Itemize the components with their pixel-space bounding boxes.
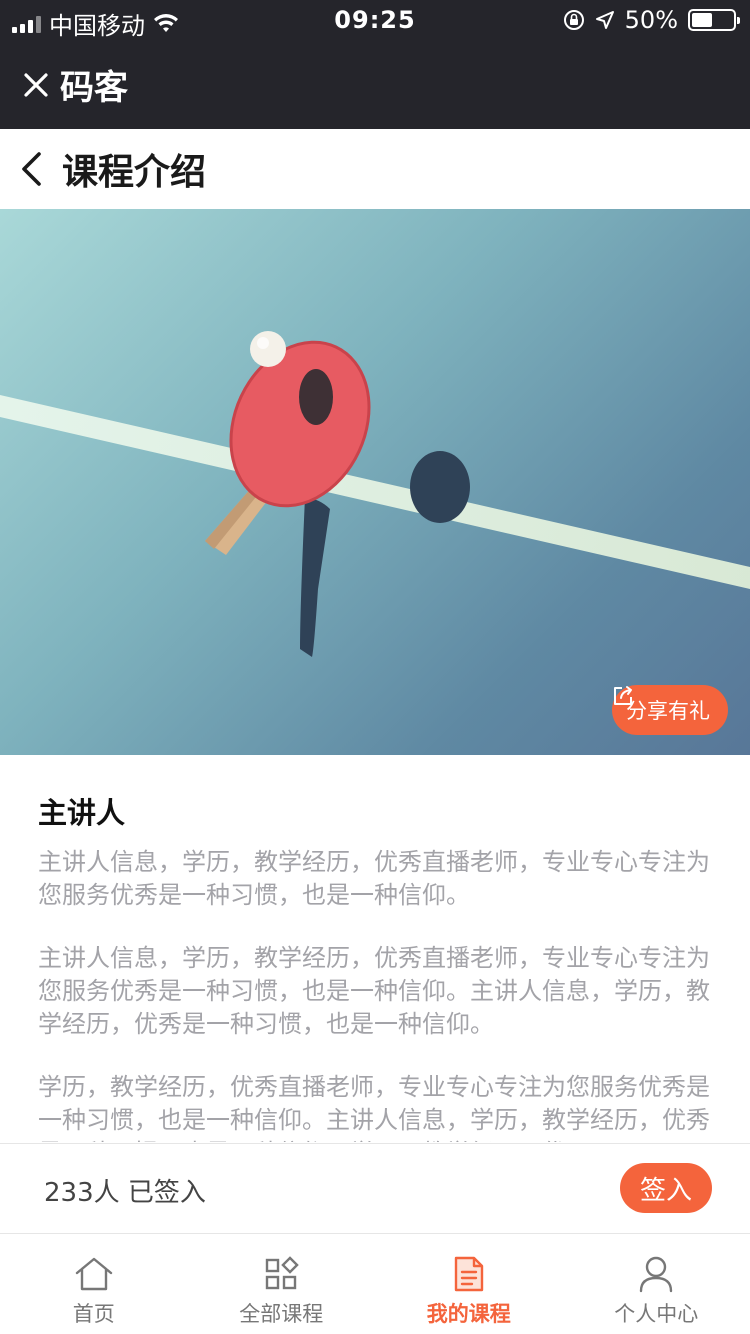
description-paragraph: 主讲人信息，学历，教学经历，优秀直播老师，专业专心专注为您服务优秀是一种习惯，也… bbox=[38, 944, 710, 1038]
tab-my-courses[interactable]: 我的课程 bbox=[375, 1234, 563, 1334]
section-heading: 主讲人 bbox=[38, 796, 126, 830]
app-bar: 码客 bbox=[0, 40, 750, 129]
description-paragraph: 主讲人信息，学历，教学经历，优秀直播老师，专业专心专注为您服务优秀是一种习惯，也… bbox=[38, 848, 710, 909]
battery-percent: 50% bbox=[624, 6, 678, 34]
ping-pong-illustration bbox=[0, 331, 750, 657]
back-button[interactable] bbox=[0, 129, 62, 209]
person-icon bbox=[636, 1254, 676, 1294]
battery-icon bbox=[688, 9, 740, 31]
chevron-left-icon bbox=[22, 152, 41, 186]
description-paragraph: 学历，教学经历，优秀直播老师，专业专心专注为您服务优秀是一种习惯，也是一种信仰。… bbox=[38, 1073, 710, 1142]
page-header: 课程介绍 bbox=[0, 129, 750, 209]
share-icon bbox=[614, 686, 632, 705]
grid-icon bbox=[261, 1254, 301, 1294]
tab-label: 首页 bbox=[72, 1302, 115, 1326]
status-right: 50% bbox=[563, 6, 740, 34]
course-cover-image: 分享有礼 bbox=[0, 209, 750, 755]
document-icon bbox=[449, 1254, 489, 1294]
location-icon bbox=[595, 11, 614, 29]
tab-profile[interactable]: 个人中心 bbox=[563, 1234, 750, 1334]
home-icon bbox=[74, 1254, 114, 1294]
status-bar: 中国移动 09:25 50% bbox=[0, 0, 750, 40]
rotation-lock-icon bbox=[563, 10, 584, 30]
checkin-bar: 233人 已签入 签入 bbox=[0, 1143, 750, 1233]
course-description: 主讲人 主讲人信息，学历，教学经历，优秀直播老师，专业专心专注为您服务优秀是一种… bbox=[38, 790, 714, 1142]
tab-bar: 首页 全部课程 我的课程 个人中心 bbox=[0, 1233, 750, 1334]
share-button[interactable]: 分享有礼 bbox=[612, 685, 728, 735]
tab-label: 个人中心 bbox=[614, 1302, 699, 1326]
tab-all-courses[interactable]: 全部课程 bbox=[188, 1234, 376, 1334]
close-icon bbox=[24, 72, 48, 97]
checkin-button[interactable]: 签入 bbox=[620, 1163, 712, 1213]
app-title: 码客 bbox=[60, 68, 128, 108]
tab-label: 全部课程 bbox=[239, 1302, 324, 1326]
tab-label: 我的课程 bbox=[426, 1302, 511, 1326]
share-label: 分享有礼 bbox=[626, 699, 710, 723]
tab-home[interactable]: 首页 bbox=[0, 1234, 188, 1334]
page-title: 课程介绍 bbox=[62, 152, 207, 193]
checkin-count: 233人 已签入 bbox=[44, 1178, 206, 1208]
